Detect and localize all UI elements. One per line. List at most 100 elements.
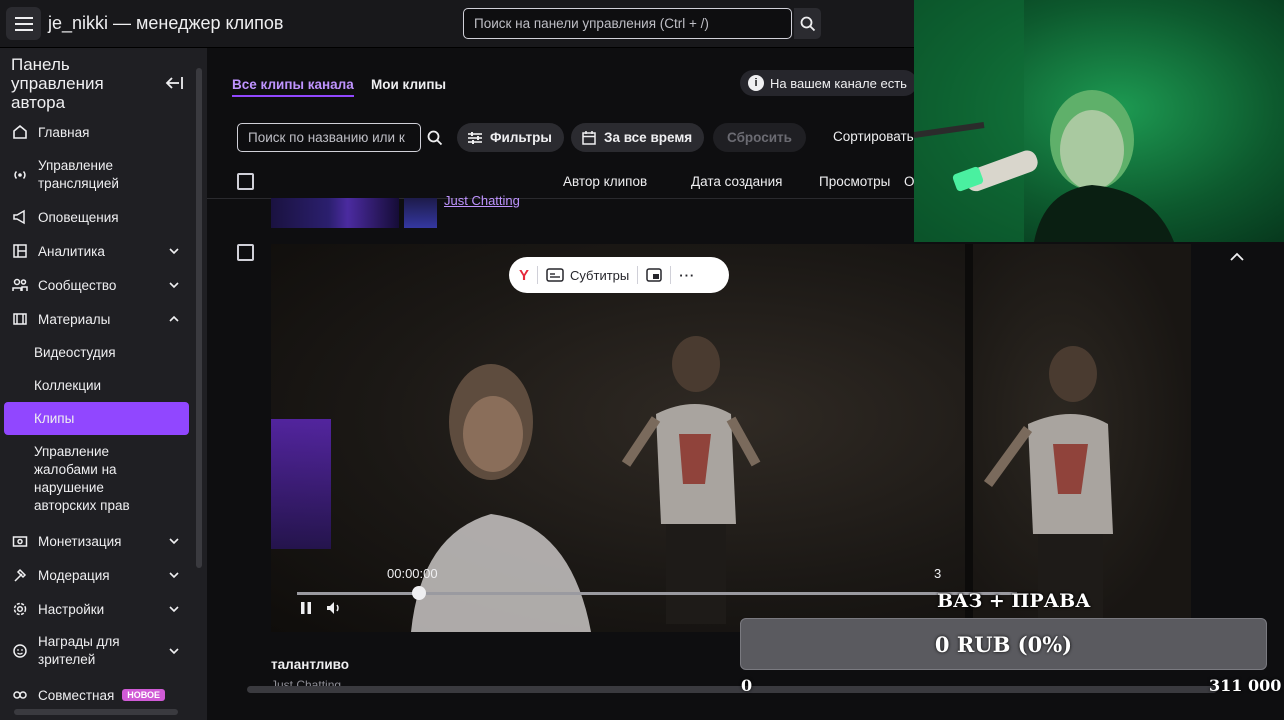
sidebar-item-label: Модерация [38,567,110,583]
sidebar-item-label: Материалы [38,311,111,327]
pause-icon[interactable] [297,599,315,617]
filter-sliders-icon [468,131,482,144]
table-horizontal-scrollbar[interactable] [247,686,1217,693]
sidebar-item-alerts[interactable]: Оповещения [4,207,189,227]
clip-search-input[interactable]: Поиск по названию или к [237,123,421,152]
sidebar-subitem-clips[interactable]: Клипы [4,402,189,435]
video-progress-bar[interactable] [297,592,1017,595]
clip-search-button[interactable] [421,123,449,152]
column-more[interactable]: О [904,174,915,189]
sidebar-item-moderation[interactable]: Модерация [4,565,189,585]
prev-clip-thumbnail[interactable] [271,198,399,228]
sidebar-horizontal-scrollbar[interactable] [14,709,178,715]
video-split-divider [965,244,973,632]
collab-icon [10,685,30,705]
sidebar-item-label: Монетизация [38,533,122,549]
chevron-down-icon [169,572,179,579]
moderation-icon [10,565,30,585]
chevron-down-icon [169,648,179,655]
reset-button[interactable]: Сбросить [713,123,806,152]
chevron-up-icon [169,315,179,322]
tab-my-clips[interactable]: Мои клипы [371,77,446,92]
column-clip-author[interactable]: Автор клипов [563,174,647,189]
sidebar-item-stream-manager[interactable]: Управление трансляцией [4,156,189,194]
sidebar-item-label: Совместная [38,687,115,703]
chevron-down-icon [169,606,179,613]
volume-icon[interactable] [325,599,343,617]
menu-icon[interactable] [6,7,41,40]
yandex-icon[interactable]: Y [519,267,529,284]
streamer-figure [411,364,591,632]
gear-icon [10,599,30,619]
boy-figure-mirror [983,346,1113,632]
collapse-sidebar-icon[interactable] [165,75,185,91]
duration-label: 3 [934,566,942,581]
boy-figure [621,336,761,624]
rewards-icon [10,641,30,661]
sidebar-subitem-collections[interactable]: Коллекции [4,377,189,395]
sidebar-subitem-copyright-claims[interactable]: Управление жалобами на нарушение авторск… [4,443,154,515]
sidebar-item-label: Аналитика [38,243,105,259]
prev-clip-category-link[interactable]: Just Chatting [444,193,520,208]
info-banner-text: На вашем канале есть [770,75,907,91]
clip-row-checkbox[interactable] [237,244,254,261]
sidebar-item-label: Оповещения [38,209,119,225]
dashboard-search-input[interactable]: Поиск на панели управления (Ctrl + /) [463,8,792,39]
column-views[interactable]: Просмотры [819,174,890,189]
period-button[interactable]: За все время [571,123,705,152]
megaphone-icon [10,207,30,227]
search-button[interactable] [794,8,821,39]
new-badge: НОВОЕ [122,689,166,701]
info-icon: i [748,75,764,91]
analytics-icon [10,241,30,261]
sidebar-item-label: Главная [38,124,90,140]
filters-button-label: Фильтры [490,130,552,145]
sidebar-item-monetization[interactable]: Монетизация [4,531,189,551]
info-banner[interactable]: i На вашем канале есть [740,70,917,96]
chevron-up-icon[interactable] [1229,251,1245,263]
goal-progress-bar: 0 RUB (0%) [740,618,1267,670]
clip-title: талантливо [271,657,350,672]
video-side-view [973,244,1191,632]
sidebar-item-collab[interactable]: Совместная НОВОЕ [4,685,189,705]
content-icon [10,309,30,329]
picture-in-picture-icon[interactable] [646,268,662,282]
sidebar-title: Панель управления автора [11,55,104,112]
sidebar-item-home[interactable]: Главная [4,122,189,142]
webcam-overlay [914,0,1284,242]
subtitles-button[interactable]: Субтитры [570,268,629,283]
sidebar-item-label: Сообщество [38,277,117,293]
select-all-checkbox[interactable] [237,173,254,190]
chevron-down-icon [169,282,179,289]
chevron-down-icon [169,248,179,255]
sidebar-item-analytics[interactable]: Аналитика [4,241,189,261]
sidebar: Панель управления автора Главная Управле… [0,48,207,720]
video-overlay-toolbar: Y Субтитры ··· [509,257,729,293]
sidebar-vertical-scrollbar[interactable] [196,68,202,568]
filters-button[interactable]: Фильтры [457,123,564,152]
broadcast-icon [10,165,30,185]
sort-dropdown[interactable]: Сортировать [833,129,914,144]
more-options-icon[interactable]: ··· [679,268,695,283]
community-icon [10,275,30,295]
sidebar-item-settings[interactable]: Настройки [4,599,189,619]
goal-min-label: 0 [741,676,753,695]
subtitles-icon [546,268,564,282]
prev-clip-category-art [404,198,437,228]
current-time-label: 00:00:00 [387,566,438,581]
home-icon [10,122,30,142]
sidebar-item-label: Настройки [38,601,105,617]
sidebar-item-label: Награды для зрителей [38,634,120,667]
goal-value: 0 RUB (0%) [934,631,1073,657]
column-date-created[interactable]: Дата создания [691,174,783,189]
streamer-webcam-figure [914,0,1174,242]
sidebar-item-viewer-rewards[interactable]: Награды для зрителей [4,633,189,669]
tab-all-channel-clips[interactable]: Все клипы канала [232,77,354,97]
goal-title: ВАЗ + ПРАВА [937,590,1091,612]
monetization-icon [10,531,30,551]
search-icon [800,16,815,31]
calendar-icon [582,130,596,145]
sidebar-item-community[interactable]: Сообщество [4,275,189,295]
sidebar-subitem-video-studio[interactable]: Видеостудия [4,344,189,362]
sidebar-item-content[interactable]: Материалы [4,309,189,329]
